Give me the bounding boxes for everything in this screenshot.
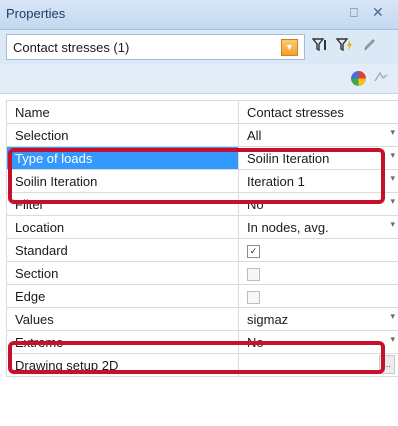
selector-toolbar: Contact stresses (1) ▼ — [0, 30, 398, 64]
property-row-location[interactable]: Location In nodes, avg. ▾ — [6, 215, 398, 239]
property-name: Location — [6, 215, 239, 239]
property-name: Filter — [6, 192, 239, 216]
property-value-text: No — [247, 196, 264, 212]
property-row-values[interactable]: Values sigmaz ▾ — [6, 307, 398, 331]
standard-checkbox[interactable]: ✓ — [247, 244, 260, 258]
dropdown-arrow-icon[interactable]: ▾ — [390, 196, 395, 207]
property-value[interactable]: sigmaz ▾ — [238, 307, 398, 331]
property-row-selection[interactable]: Selection All ▾ — [6, 123, 398, 147]
property-value[interactable]: All ▾ — [238, 123, 398, 147]
property-value: ✓ — [238, 238, 398, 262]
drawing-icon[interactable] — [373, 70, 389, 87]
property-grid: Name Contact stresses Selection All ▾ Typ… — [6, 100, 398, 377]
property-name: Type of loads — [6, 146, 239, 170]
property-name: Selection — [6, 123, 239, 147]
property-value[interactable]: In nodes, avg. ▾ — [238, 215, 398, 239]
property-row-extreme[interactable]: Extreme No ▾ — [6, 330, 398, 354]
property-value-text: Soilin Iteration — [247, 150, 330, 166]
section-checkbox[interactable] — [247, 267, 260, 281]
property-name: Soilin Iteration — [6, 169, 239, 193]
pin-icon[interactable]: ⎕ — [350, 5, 358, 21]
secondary-toolbar — [0, 64, 398, 94]
dropdown-arrow-icon[interactable]: ▾ — [390, 173, 395, 184]
property-name: Drawing setup 2D — [6, 353, 239, 377]
pencil-icon[interactable] — [362, 38, 376, 55]
properties-title-bar: Properties ⎕ ✕ — [0, 0, 398, 30]
property-value-text: Iteration 1 — [247, 173, 305, 189]
edge-checkbox[interactable] — [247, 290, 260, 304]
property-row-type-of-loads[interactable]: Type of loads Soilin Iteration ▾ — [6, 146, 398, 170]
property-value-text: All — [247, 127, 262, 143]
close-icon[interactable]: ✕ — [372, 4, 384, 21]
chevron-down-icon[interactable]: ▼ — [281, 39, 298, 56]
property-name: Values — [6, 307, 239, 331]
ellipsis-button[interactable]: ... — [379, 355, 395, 374]
property-value — [238, 261, 398, 285]
property-value[interactable]: Contact stresses — [238, 100, 398, 124]
property-value[interactable]: No ▾ — [238, 330, 398, 354]
property-value-text: No — [247, 334, 264, 350]
filter-lightning-icon[interactable] — [335, 38, 354, 55]
panel-title: Properties — [6, 6, 66, 21]
dropdown-arrow-icon[interactable]: ▾ — [390, 311, 395, 322]
property-row-section[interactable]: Section — [6, 261, 398, 285]
property-name: Name — [6, 100, 239, 124]
dropdown-arrow-icon[interactable]: ▾ — [390, 150, 395, 161]
object-selector-combo[interactable]: Contact stresses (1) ▼ — [6, 34, 305, 60]
property-value-text: Contact stresses — [247, 104, 344, 120]
property-name: Standard — [6, 238, 239, 262]
property-name: Extreme — [6, 330, 239, 354]
property-value — [238, 284, 398, 308]
property-name: Edge — [6, 284, 239, 308]
property-name: Section — [6, 261, 239, 285]
dropdown-arrow-icon[interactable]: ▾ — [390, 334, 395, 345]
dropdown-arrow-icon[interactable]: ▾ — [390, 219, 395, 230]
property-row-standard[interactable]: Standard ✓ — [6, 238, 398, 262]
property-row-edge[interactable]: Edge — [6, 284, 398, 308]
property-value-text: sigmaz — [247, 311, 289, 327]
property-value: ... — [238, 353, 398, 377]
dropdown-arrow-icon[interactable]: ▾ — [390, 127, 395, 138]
property-value[interactable]: No ▾ — [238, 192, 398, 216]
property-row-soilin-iteration[interactable]: Soilin Iteration Iteration 1 ▾ — [6, 169, 398, 193]
object-selector-value: Contact stresses (1) — [13, 40, 130, 55]
property-row-name[interactable]: Name Contact stresses — [6, 100, 398, 124]
property-row-filter[interactable]: Filter No ▾ — [6, 192, 398, 216]
property-value[interactable]: Iteration 1 ▾ — [238, 169, 398, 193]
property-row-drawing-setup-2d[interactable]: Drawing setup 2D ... — [6, 353, 398, 377]
property-value[interactable]: Soilin Iteration ▾ — [238, 146, 398, 170]
property-value-text: In nodes, avg. — [247, 219, 329, 235]
filter-icon[interactable] — [311, 38, 328, 55]
pie-chart-icon[interactable] — [351, 71, 366, 86]
